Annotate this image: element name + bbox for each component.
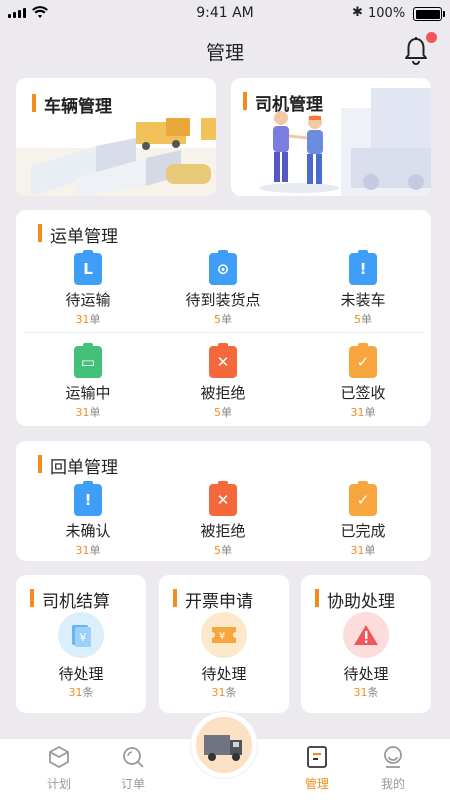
yen-doc-icon: ¥ bbox=[58, 612, 104, 658]
svg-text:¥: ¥ bbox=[80, 631, 87, 644]
warning-icon bbox=[343, 612, 389, 658]
waybill-management-title: 运单管理 bbox=[38, 222, 118, 247]
clock-icon: L bbox=[74, 250, 102, 285]
item-count: 31单 bbox=[75, 406, 101, 419]
assist-handling-title: 协助处理 bbox=[315, 587, 395, 612]
profile-icon bbox=[384, 746, 402, 768]
assist-status-label: 待处理 bbox=[343, 665, 389, 683]
bell-icon bbox=[405, 37, 427, 65]
item-count: 5单 bbox=[214, 313, 232, 326]
assist-handling-card[interactable]: 协助处理 待处理 31条 bbox=[301, 575, 431, 713]
truck-icon: ▭ bbox=[74, 343, 102, 378]
driver-settlement-title: 司机结算 bbox=[30, 587, 110, 612]
notification-dot bbox=[426, 32, 437, 43]
receipt-management-card: 回单管理 ! 未确认 31单 ✕ 被拒绝 5单 ✓ 已完成 31单 bbox=[16, 441, 431, 561]
center-truck-button[interactable] bbox=[191, 712, 257, 778]
item-count: 31单 bbox=[75, 313, 101, 326]
driver-management-card[interactable]: 司机管理 bbox=[231, 78, 431, 196]
item-count: 5单 bbox=[354, 313, 372, 326]
exclamation-icon: ! bbox=[349, 250, 377, 285]
truck-icon bbox=[204, 735, 242, 761]
bluetooth-icon: ✱ bbox=[352, 5, 363, 20]
waybill-item-pending-loading-point[interactable]: ⊙ 待到装货点 5单 bbox=[148, 250, 298, 327]
receipt-item-completed[interactable]: ✓ 已完成 31单 bbox=[288, 481, 438, 558]
battery-text: 100% bbox=[368, 6, 406, 21]
trucks-illustration bbox=[16, 118, 216, 196]
item-count: 31单 bbox=[350, 406, 376, 419]
status-bar: 9:41 AM ✱ 100% bbox=[0, 0, 450, 28]
cube-icon bbox=[49, 745, 69, 769]
tab-plan[interactable]: 计划 bbox=[29, 745, 89, 792]
invoice-application-card[interactable]: 开票申请 ¥ 待处理 31条 bbox=[159, 575, 289, 713]
receipt-item-unconfirmed[interactable]: ! 未确认 31单 bbox=[13, 481, 163, 558]
receipt-item-rejected[interactable]: ✕ 被拒绝 5单 bbox=[148, 481, 298, 558]
waybill-item-rejected[interactable]: ✕ 被拒绝 5单 bbox=[148, 343, 298, 420]
driver-settlement-card[interactable]: 司机结算 ¥ 待处理 31条 bbox=[16, 575, 146, 713]
waybill-item-signed[interactable]: ✓ 已签收 31单 bbox=[288, 343, 438, 420]
page-title: 管理 bbox=[205, 42, 244, 64]
waybill-management-card: 运单管理 L 待运输 31单 ⊙ 待到装货点 5单 ! 未装车 5单 ▭ 运输中… bbox=[16, 210, 431, 426]
item-count: 5单 bbox=[214, 544, 232, 557]
search-order-icon bbox=[123, 747, 144, 768]
waybill-item-not-loaded[interactable]: ! 未装车 5单 bbox=[288, 250, 438, 327]
settlement-status-label: 待处理 bbox=[58, 665, 104, 683]
item-label: 未装车 bbox=[340, 291, 386, 309]
waybill-item-pending-transport[interactable]: L 待运输 31单 bbox=[13, 250, 163, 327]
item-label: 运输中 bbox=[65, 384, 111, 402]
manage-icon bbox=[307, 746, 327, 768]
receipt-management-title: 回单管理 bbox=[38, 453, 118, 478]
drivers-illustration bbox=[259, 88, 431, 196]
vehicle-management-card[interactable]: 车辆管理 bbox=[16, 78, 216, 196]
divider bbox=[24, 332, 424, 333]
exclamation-icon: ! bbox=[74, 481, 102, 516]
invoice-count: 31条 bbox=[211, 686, 237, 699]
item-count: 31单 bbox=[75, 544, 101, 557]
tab-label: 我的 bbox=[380, 777, 405, 791]
ticket-icon: ¥ bbox=[201, 612, 247, 658]
item-label: 已完成 bbox=[340, 522, 386, 540]
battery-icon bbox=[413, 7, 445, 21]
tab-label: 订单 bbox=[120, 777, 145, 791]
waybill-item-in-transit[interactable]: ▭ 运输中 31单 bbox=[13, 343, 163, 420]
check-icon: ✓ bbox=[349, 481, 377, 516]
tab-label: 计划 bbox=[46, 777, 71, 791]
invoice-status-label: 待处理 bbox=[201, 665, 247, 683]
item-label: 待运输 bbox=[65, 291, 111, 309]
item-label: 未确认 bbox=[65, 522, 111, 540]
item-count: 5单 bbox=[214, 406, 232, 419]
cross-icon: ✕ bbox=[209, 481, 237, 516]
item-label: 待到装货点 bbox=[185, 291, 261, 309]
check-icon: ✓ bbox=[349, 343, 377, 378]
tab-label: 管理 bbox=[304, 777, 329, 791]
svg-text:¥: ¥ bbox=[219, 631, 225, 642]
tab-orders[interactable]: 订单 bbox=[103, 745, 163, 792]
item-label: 被拒绝 bbox=[200, 522, 246, 540]
settlement-count: 31条 bbox=[68, 686, 94, 699]
item-label: 被拒绝 bbox=[200, 384, 246, 402]
cross-icon: ✕ bbox=[209, 343, 237, 378]
assist-count: 31条 bbox=[353, 686, 379, 699]
notification-button[interactable] bbox=[402, 32, 437, 66]
tab-mine[interactable]: 我的 bbox=[363, 745, 423, 792]
item-label: 已签收 bbox=[340, 384, 386, 402]
location-icon: ⊙ bbox=[209, 250, 237, 285]
invoice-application-title: 开票申请 bbox=[173, 587, 253, 612]
item-count: 31单 bbox=[350, 544, 376, 557]
tab-management[interactable]: 管理 bbox=[287, 745, 347, 792]
